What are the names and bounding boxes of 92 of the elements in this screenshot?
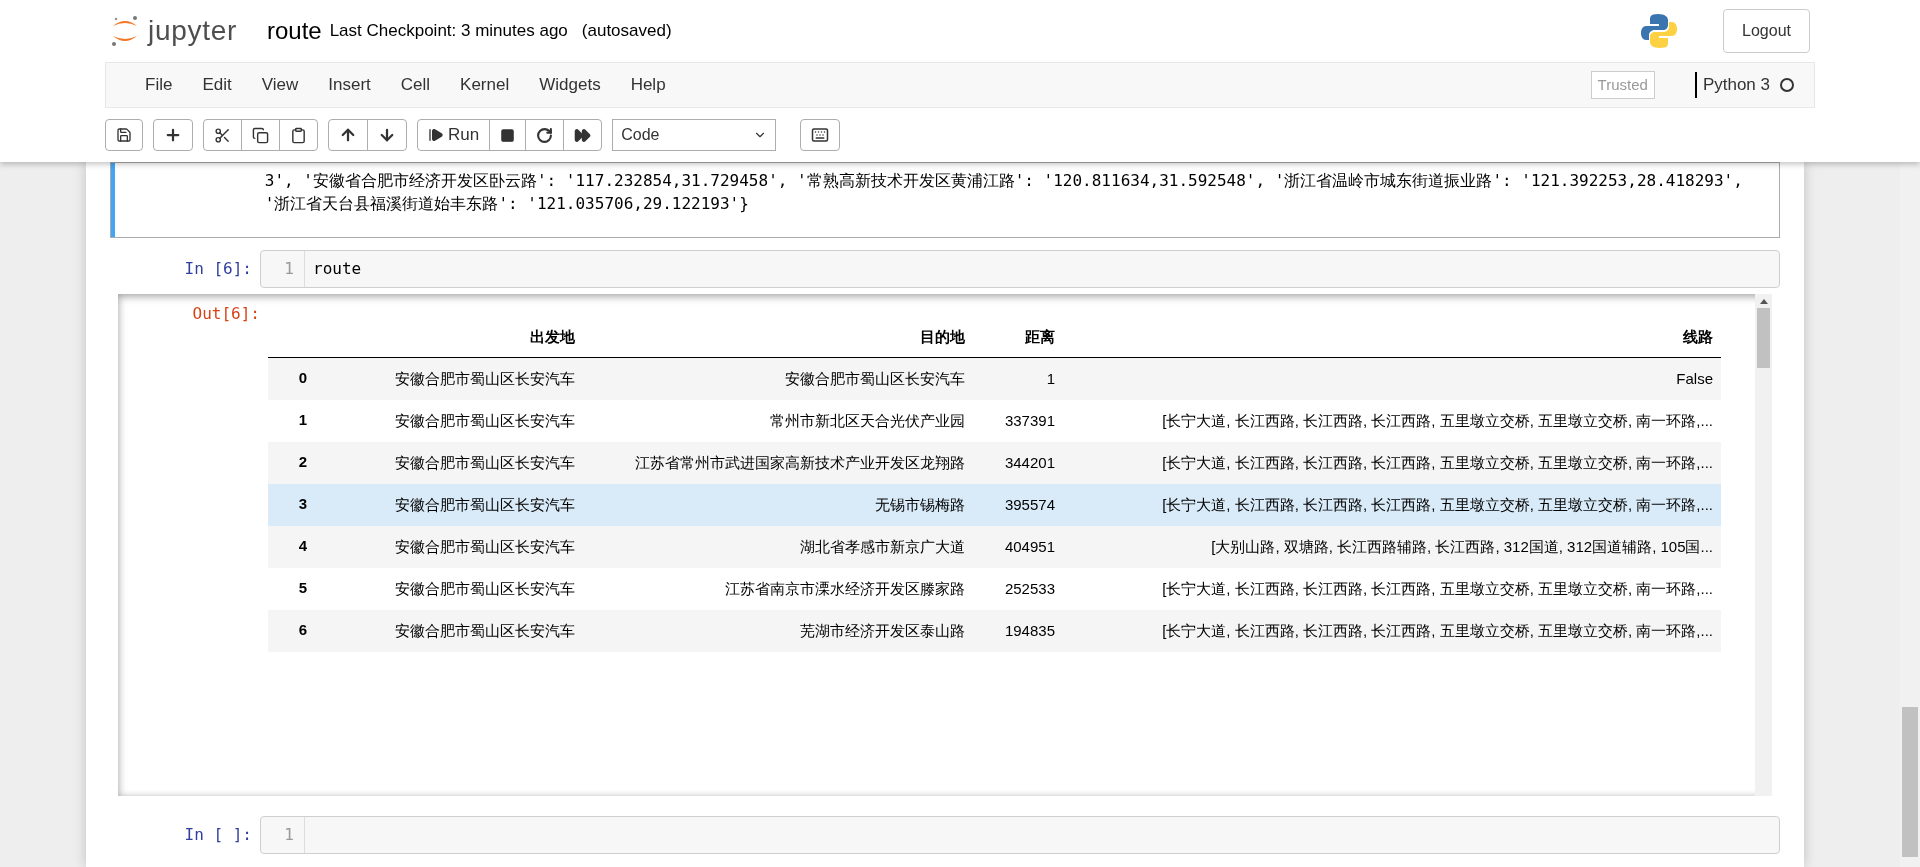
menu-item[interactable]: Widgets [524,72,616,98]
table-cell: 344201 [973,441,1063,484]
keyboard-shortcuts-button[interactable] [800,119,841,151]
copy-icon [252,126,269,144]
menu-item[interactable]: Insert [313,72,386,98]
fast-forward-icon [574,126,592,144]
stop-button[interactable] [489,119,527,151]
table-cell: 无锡市锡梅路 [583,483,973,526]
column-header: 线路 [1063,318,1721,357]
scrollbar-thumb[interactable] [1757,308,1770,368]
menu-item[interactable]: Cell [385,72,446,98]
keyboard-icon [811,126,830,144]
row-index: 5 [268,567,338,610]
clipboard-icon [290,126,307,144]
jupyter-logo[interactable]: jupyter [110,10,237,52]
table-cell: 395574 [973,483,1063,526]
move-up-button[interactable] [328,119,368,151]
table-cell: 安徽合肥市蜀山区长安汽车 [338,399,583,442]
logout-button[interactable]: Logout [1723,9,1810,53]
arrow-down-icon [378,126,396,144]
table-cell: 337391 [973,399,1063,442]
table-cell: [长宁大道, 长江西路, 长江西路, 长江西路, 五里墩立交桥, 五里墩立交桥, 南一环路,... [1063,399,1721,442]
table-cell: 常州市新北区天合光伏产业园 [583,399,973,442]
autosave-status: (autosaved) [581,20,672,43]
table-cell: [长宁大道, 长江西路, 长江西路, 长江西路, 五里墩立交桥, 五里墩立交桥, 南一环路,... [1063,609,1721,652]
save-icon [116,127,132,143]
table-cell: 安徽合肥市蜀山区长安汽车 [338,357,583,400]
plus-icon [164,126,182,144]
notebook-name[interactable]: route [266,13,322,49]
column-header: 目的地 [583,318,973,357]
output-prompt: Out[6]: [191,303,261,325]
table-cell: 江苏省南京市溧水经济开发区滕家路 [583,567,973,610]
row-index: 3 [268,483,338,526]
column-header: 距离 [973,318,1063,357]
table-cell: 安徽合肥市蜀山区长安汽车 [338,609,583,652]
table-cell: 252533 [973,567,1063,610]
save-button[interactable] [105,119,143,151]
output-scrollbar[interactable] [1755,294,1772,796]
kernel-name: Python 3 [1694,72,1770,98]
restart-button[interactable] [525,119,565,151]
table-cell: 安徽合肥市蜀山区长安汽车 [338,525,583,568]
table-cell: False [1063,357,1721,400]
table-cell: 芜湖市经济开发区泰山路 [583,609,973,652]
step-icon [428,127,444,143]
table-cell: 安徽合肥市蜀山区长安汽车 [338,441,583,484]
menu-item[interactable]: Help [615,72,681,98]
copy-button[interactable] [241,119,280,151]
move-down-button[interactable] [367,119,407,151]
table-cell: [长宁大道, 长江西路, 长江西路, 长江西路, 五里墩立交桥, 五里墩立交桥, 南一环路,... [1063,567,1721,610]
row-index: 4 [268,525,338,568]
table-cell: 404951 [973,525,1063,568]
table-cell: 194835 [973,609,1063,652]
input-prompt: In [6]: [183,258,253,280]
scrollbar-thumb[interactable] [1902,707,1918,857]
scroll-up-icon[interactable] [1759,299,1768,304]
menu-item[interactable]: Kernel [445,72,525,98]
code-input[interactable]: 1 route [260,250,1780,288]
cut-button[interactable] [203,119,242,151]
row-index: 1 [268,399,338,442]
menu-item[interactable]: File [130,72,188,98]
row-index: 2 [268,441,338,484]
input-prompt: In [ ]: [183,824,253,846]
stop-icon [500,127,516,143]
jupyter-logo-icon [110,14,140,48]
table-cell: [大别山路, 双塘路, 长江西路辅路, 长江西路, 312国道, 312国道辅路, 105国... [1063,525,1721,568]
table-cell: 安徽合肥市蜀山区长安汽车 [338,483,583,526]
python-logo-icon [1640,12,1679,50]
paste-button[interactable] [279,119,318,151]
code-text: route [312,258,362,280]
table-cell: [长宁大道, 长江西路, 长江西路, 长江西路, 五里墩立交桥, 五里墩立交桥, 南一环路,... [1063,483,1721,526]
run-button[interactable]: Run [417,119,491,151]
insert-cell-button[interactable] [153,119,193,151]
line-number: 1 [261,251,305,287]
menu-item[interactable]: Edit [187,72,247,98]
table-cell: 湖北省孝感市新京广大道 [583,525,973,568]
scissors-icon [214,126,231,144]
table-cell: 安徽合肥市蜀山区长安汽车 [338,567,583,610]
checkpoint-status: Last Checkpoint: 3 minutes ago [329,20,568,43]
row-index: 6 [268,609,338,652]
line-number: 1 [261,817,305,853]
restart-icon [536,126,554,144]
output-text: 3', '安徽省合肥市经济开发区卧云路': '117.232854,31.729458', '常熟高新技术开发区黄浦江路': '120.811634,31.592548', '浙江省温岭市城东街道振业路': '121.392253,28.418293', '浙江省天台县福溪街道始丰东路': '121.035706,29.122193'} [264,170,1744,215]
table-cell: 安徽合肥市蜀山区长安汽车 [583,357,973,400]
column-header: 出发地 [338,318,583,357]
cell-type-select[interactable]: Code [612,119,777,151]
output-cell[interactable]: 3', '安徽省合肥市经济开发区卧云路': '117.232854,31.729458', '常熟高新技术开发区黄浦江路': '120.811634,31.592548', '浙江省温岭市城东街道振业路': '121.392253,28.418293', '浙江省天台县福溪街道始丰东路': '121.035706,29.122193'} [110,162,1780,238]
table-cell: 1 [973,357,1063,400]
run-all-button[interactable] [563,119,603,151]
menu-item[interactable]: View [246,72,314,98]
row-index: 0 [268,357,338,400]
table-cell: 江苏省常州市武进国家高新技术产业开发区龙翔路 [583,441,973,484]
table-cell: [长宁大道, 长江西路, 长江西路, 长江西路, 五里墩立交桥, 五里墩立交桥, 南一环路,... [1063,441,1721,484]
